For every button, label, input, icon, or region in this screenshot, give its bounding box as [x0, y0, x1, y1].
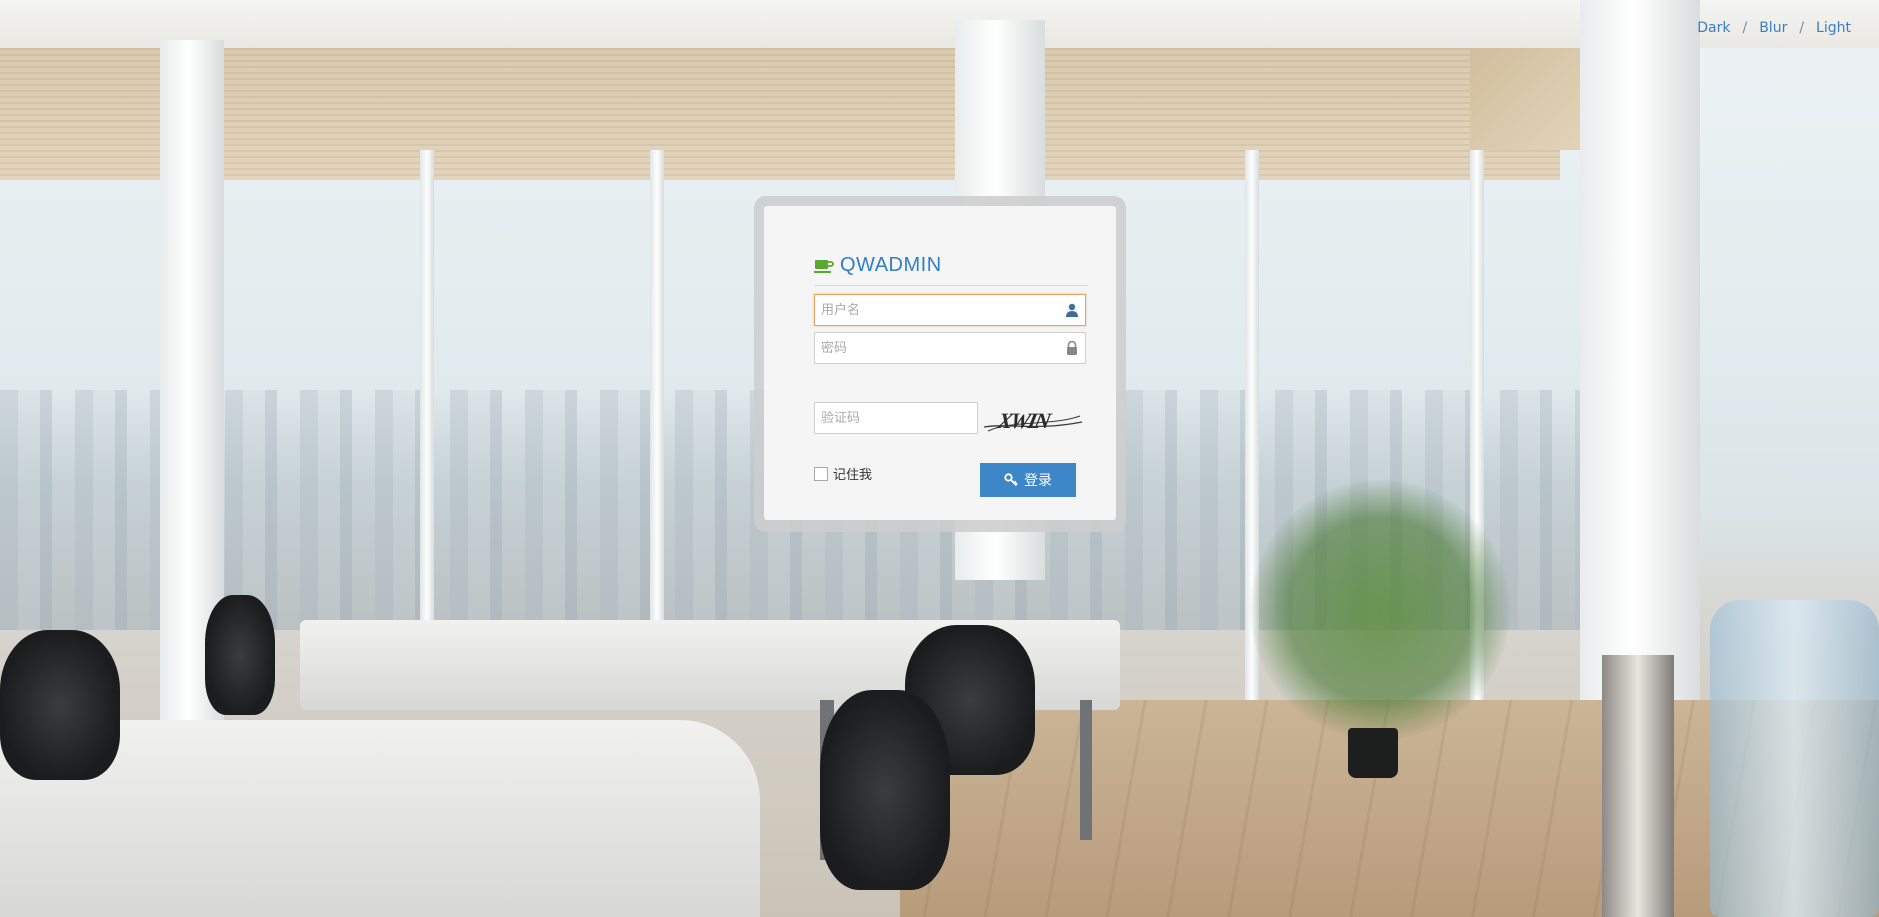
remember-me-checkbox[interactable]: 记住我 [814, 464, 872, 483]
captcha-input[interactable] [815, 403, 977, 433]
captcha-image[interactable]: XWIN [982, 402, 1086, 436]
theme-switcher: Dark / Blur / Light [1697, 20, 1851, 36]
lock-icon [1067, 341, 1077, 355]
key-icon [1004, 473, 1018, 487]
theme-separator: / [1799, 20, 1805, 36]
login-card: QWADMIN XWIN 记住我 [764, 206, 1116, 520]
coffee-cup-icon [814, 259, 834, 273]
potted-plant [1250, 480, 1510, 740]
office-chair [205, 595, 275, 715]
brand-header: QWADMIN [814, 254, 1088, 286]
password-input[interactable] [815, 333, 1057, 363]
water-dispenser [1710, 600, 1879, 917]
login-button-label: 登录 [1024, 473, 1052, 489]
theme-dark-link[interactable]: Dark [1697, 20, 1730, 36]
desk-leg [1080, 700, 1092, 840]
plant-pot [1348, 728, 1398, 778]
remember-me-label: 记住我 [833, 468, 873, 483]
username-input[interactable] [815, 295, 1057, 325]
password-field [814, 332, 1086, 364]
checkbox-box[interactable] [814, 466, 828, 481]
theme-light-link[interactable]: Light [1816, 20, 1851, 36]
captcha-field [814, 402, 978, 434]
theme-blur-link[interactable]: Blur [1759, 20, 1787, 36]
window-blinds [0, 30, 1560, 180]
username-field [814, 294, 1086, 326]
office-chair [0, 630, 120, 780]
login-panel: QWADMIN XWIN 记住我 [754, 196, 1126, 532]
captcha-text: XWIN [994, 408, 1054, 433]
user-icon [1066, 303, 1078, 317]
login-button[interactable]: 登录 [980, 463, 1076, 497]
theme-separator: / [1742, 20, 1748, 36]
brand-title: QWADMIN [840, 254, 942, 276]
steel-pole [1602, 655, 1674, 917]
office-chair [820, 690, 950, 890]
